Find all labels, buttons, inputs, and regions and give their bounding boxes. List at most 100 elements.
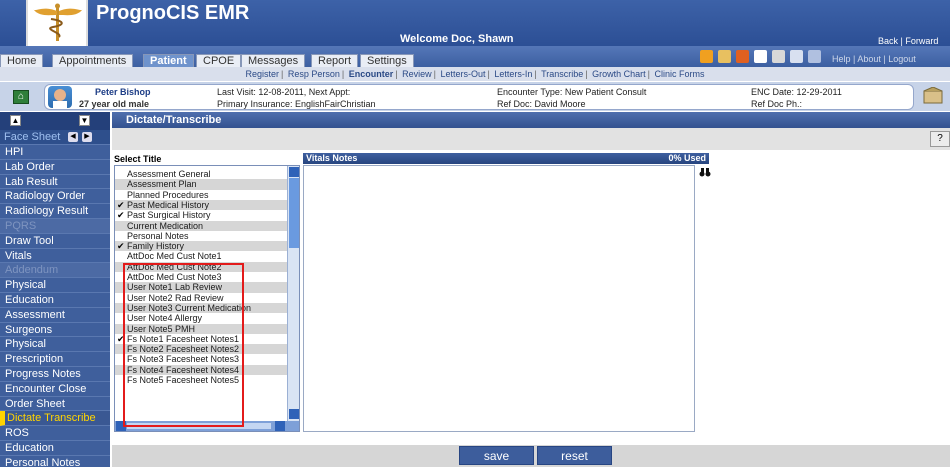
notes-title: Vitals Notes xyxy=(306,153,358,163)
sidebar-item-education[interactable]: Education xyxy=(0,293,110,308)
sidebar-item-order-sheet[interactable]: Order Sheet xyxy=(0,397,110,412)
scroll-thumb[interactable] xyxy=(289,178,299,248)
lab-icon[interactable] xyxy=(718,50,731,63)
reset-button[interactable]: reset xyxy=(537,446,612,465)
sidebar-item-assessment[interactable]: Assessment xyxy=(0,308,110,323)
patient-tools-icon[interactable] xyxy=(922,86,944,105)
print-icon[interactable] xyxy=(772,50,785,63)
title-list-item-label: Past Surgical History xyxy=(127,210,211,221)
help-button[interactable]: ? xyxy=(930,131,950,147)
title-list-item-label: Family History xyxy=(127,241,185,252)
sidebar-item-education-2[interactable]: Education xyxy=(0,441,110,456)
sidebar-item-lab-order[interactable]: Lab Order xyxy=(0,160,110,175)
sidebar-item-ros[interactable]: ROS xyxy=(0,426,110,441)
title-list-item[interactable]: Planned Procedures xyxy=(115,190,287,200)
title-list-item-label: Assessment Plan xyxy=(127,179,197,190)
sidebar-item-radiology-result[interactable]: Radiology Result xyxy=(0,204,110,219)
enc-date: ENC Date: 12-29-2011 xyxy=(751,87,842,97)
title-list-item[interactable]: AttDoc Med Cust Note1 xyxy=(115,251,287,261)
tab-report[interactable]: Report xyxy=(311,54,359,67)
sidebar-face-sheet[interactable]: Face Sheet ◀ ▶ xyxy=(0,130,110,145)
notes-textarea[interactable] xyxy=(303,165,695,432)
subnav-letters-in[interactable]: Letters-In xyxy=(494,69,532,79)
list-vertical-scrollbar[interactable] xyxy=(287,166,299,421)
subnav-transcribe[interactable]: Transcribe xyxy=(541,69,583,79)
tab-settings[interactable]: Settings xyxy=(360,54,414,67)
sidebar-item-dictate-transcribe[interactable]: Dictate Transcribe xyxy=(0,411,110,427)
title-list-item[interactable]: Assessment General xyxy=(115,169,287,179)
face-sheet-prev-icon[interactable]: ◀ xyxy=(68,132,78,142)
save-button[interactable]: save xyxy=(459,446,534,465)
subnav-resp-person[interactable]: Resp Person xyxy=(288,69,340,79)
sidebar-item-physical-2[interactable]: Physical xyxy=(0,337,110,353)
ref-doc: Ref Doc: David Moore xyxy=(497,99,586,109)
last-visit: Last Visit: 12-08-2011, Next Appt: xyxy=(217,87,351,97)
sidebar-item-prescription[interactable]: Prescription xyxy=(0,352,110,367)
app-title: PrognoCIS EMR xyxy=(96,2,250,24)
sidebar-item-hpi[interactable]: HPI xyxy=(0,145,110,160)
binoculars-icon[interactable] xyxy=(699,167,711,177)
checkmark-icon: ✔ xyxy=(117,241,125,252)
welcome-text: Welcome Doc, Shawn xyxy=(400,33,514,45)
sidebar-item-progress-notes[interactable]: Progress Notes xyxy=(0,367,110,382)
scroll-up-icon[interactable] xyxy=(289,167,299,177)
mail-icon[interactable] xyxy=(790,50,803,63)
face-sheet-next-icon[interactable]: ▶ xyxy=(82,132,92,142)
primary-insurance: Primary Insurance: EnglishFairChristian xyxy=(217,99,376,109)
title-list-item[interactable]: Assessment Plan xyxy=(115,179,287,190)
red-highlight-annotation xyxy=(123,263,244,427)
subnav-growth-chart[interactable]: Growth Chart xyxy=(592,69,646,79)
subnav-register[interactable]: Register xyxy=(245,69,279,79)
sidebar-item-vitals[interactable]: Vitals xyxy=(0,249,110,264)
tab-patient[interactable]: Patient xyxy=(143,54,194,67)
face-sheet-label: Face Sheet xyxy=(4,131,61,143)
scroll-down-icon[interactable] xyxy=(289,409,299,419)
task-icon[interactable] xyxy=(736,50,749,63)
title-list-item-label: Personal Notes xyxy=(127,230,189,241)
checkmark-icon: ✔ xyxy=(117,199,125,210)
patient-home-icon[interactable]: ⌂ xyxy=(13,90,29,104)
title-list-item-label: Current Medication xyxy=(127,220,204,231)
subnav-encounter[interactable]: Encounter xyxy=(349,69,394,79)
title-list-item[interactable]: ✔ Family History xyxy=(115,241,287,252)
select-title-label: Select Title xyxy=(114,154,162,164)
search-icon[interactable] xyxy=(808,50,821,63)
app-header: PrognoCIS EMR Welcome Doc, Shawn Back | … xyxy=(0,0,950,46)
patient-subnav: Register | Resp Person | Encounter | Review… xyxy=(0,67,950,81)
sidebar-item-surgeons[interactable]: Surgeons xyxy=(0,323,110,338)
section-title: Dictate/Transcribe xyxy=(126,114,222,126)
sidebar-top: ▲ ▼ xyxy=(0,112,110,130)
sidebar-item-physical[interactable]: Physical xyxy=(0,278,110,293)
patient-age: 27 year old male xyxy=(79,99,150,109)
title-list-item[interactable]: ✔ Past Medical History xyxy=(115,199,287,211)
sidebar-item-personal-notes[interactable]: Personal Notes xyxy=(0,456,110,467)
encounter-type: Encounter Type: New Patient Consult xyxy=(497,87,647,97)
title-list-item[interactable]: ✔ Past Surgical History xyxy=(115,210,287,220)
caduceus-logo-icon xyxy=(26,0,88,46)
tab-home[interactable]: Home xyxy=(0,54,44,67)
tab-appointments[interactable]: Appointments xyxy=(52,54,134,67)
sidebar-scroll-up-icon[interactable]: ▲ xyxy=(10,115,21,126)
scroll-right-icon[interactable] xyxy=(275,421,285,431)
title-list-item[interactable]: Personal Notes xyxy=(115,231,287,241)
sidebar-item-encounter-close[interactable]: Encounter Close xyxy=(0,382,110,397)
subnav-letters-out[interactable]: Letters-Out xyxy=(440,69,485,79)
help-about-logout-links[interactable]: Help | About | Logout xyxy=(832,54,916,64)
patient-name[interactable]: Peter Bishop xyxy=(95,87,151,97)
sidebar-scroll-down-icon[interactable]: ▼ xyxy=(79,115,90,126)
tab-cpoe[interactable]: CPOE xyxy=(196,54,242,67)
ref-doc-phone: Ref Doc Ph.: xyxy=(751,99,803,109)
subnav-clinic-forms[interactable]: Clinic Forms xyxy=(655,69,705,79)
back-forward-links[interactable]: Back | Forward xyxy=(878,36,938,46)
sidebar-item-pqrs: PQRS xyxy=(0,218,110,234)
tab-messages[interactable]: Messages xyxy=(241,54,306,67)
sidebar-item-radiology-order[interactable]: Radiology Order xyxy=(0,189,110,205)
people-icon[interactable] xyxy=(754,50,767,63)
sidebar-item-addendum: Addendum xyxy=(0,263,110,279)
title-list-item-label: Assessment General xyxy=(127,169,211,179)
subnav-review[interactable]: Review xyxy=(402,69,432,79)
alert-icon[interactable] xyxy=(700,50,713,63)
title-list-item[interactable]: Current Medication xyxy=(115,220,287,231)
sidebar-item-lab-result[interactable]: Lab Result xyxy=(0,175,110,190)
sidebar-item-draw-tool[interactable]: Draw Tool xyxy=(0,234,110,249)
